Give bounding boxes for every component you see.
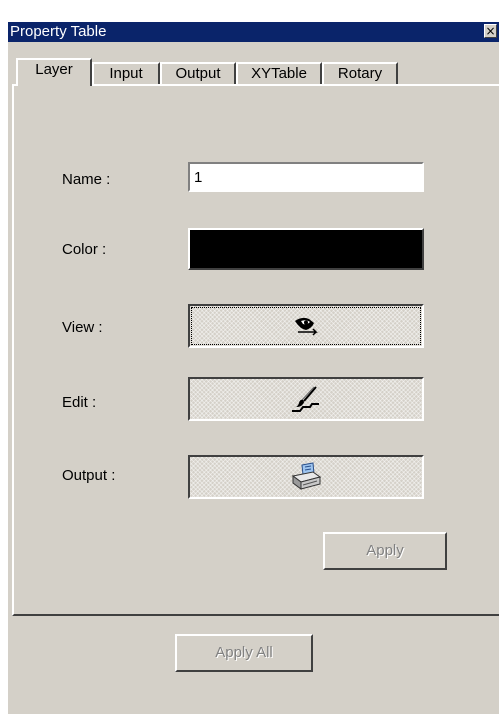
eye-icon — [286, 310, 326, 342]
edit-toggle-button[interactable] — [188, 377, 424, 421]
apply-all-button[interactable]: Apply All — [175, 634, 313, 672]
tab-xytable[interactable]: XYTable — [236, 62, 322, 84]
brush-icon — [286, 383, 326, 415]
close-icon[interactable]: × — [484, 24, 497, 38]
tab-rotary[interactable]: Rotary — [322, 62, 398, 84]
edit-label: Edit : — [62, 394, 97, 411]
view-toggle-button[interactable] — [188, 304, 424, 348]
name-label: Name : — [62, 171, 111, 188]
tab-output[interactable]: Output — [160, 62, 236, 84]
color-label: Color : — [62, 241, 107, 258]
name-input[interactable] — [188, 162, 424, 192]
tab-layer[interactable]: Layer — [16, 58, 92, 86]
window-title: Property Table — [10, 23, 107, 40]
apply-button[interactable]: Apply — [323, 532, 447, 570]
output-toggle-button[interactable] — [188, 455, 424, 499]
output-label: Output : — [62, 467, 116, 484]
title-bar[interactable]: Property Table × — [8, 22, 499, 42]
view-label: View : — [62, 319, 103, 336]
tab-input[interactable]: Input — [92, 62, 160, 84]
color-swatch-button[interactable] — [188, 228, 424, 270]
printer-icon — [286, 461, 326, 493]
